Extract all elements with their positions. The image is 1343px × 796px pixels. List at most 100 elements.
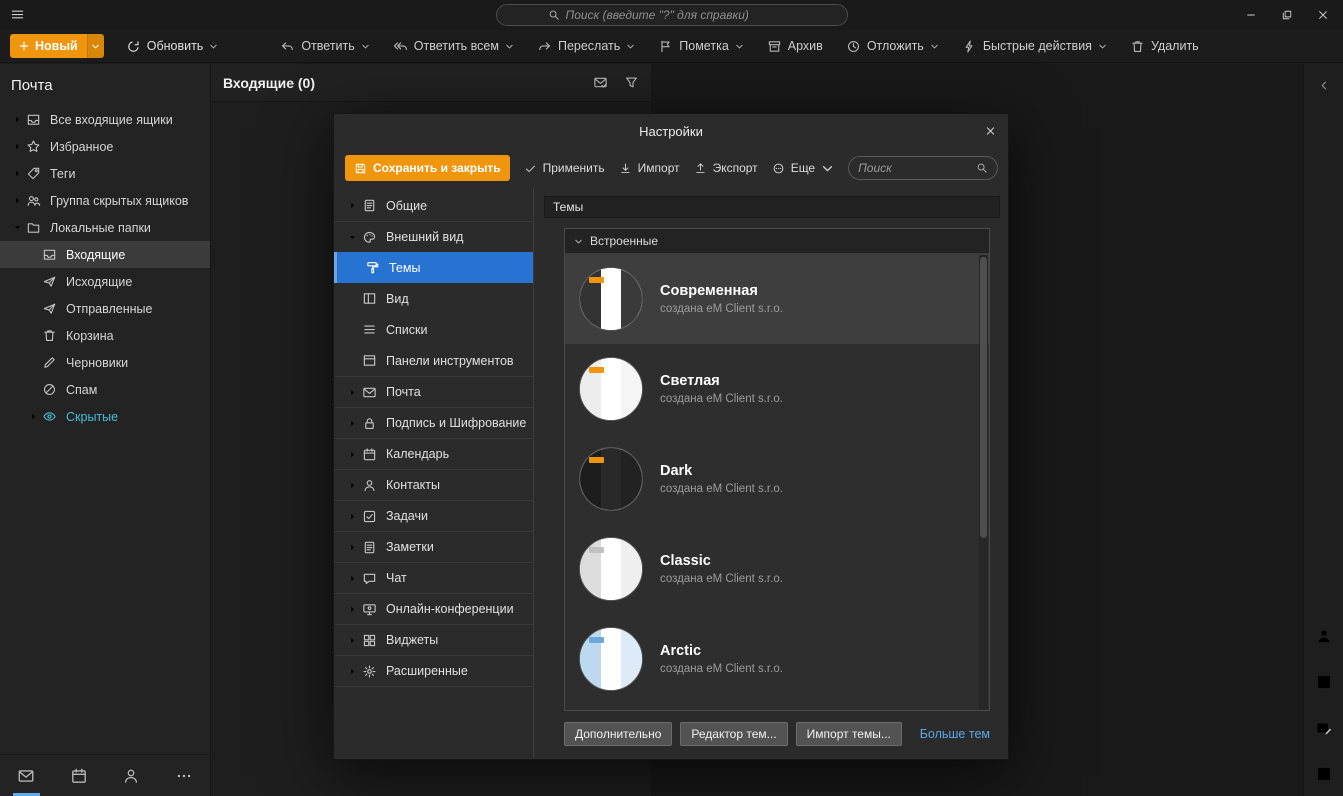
settings-nav-toolbars[interactable]: Панели инструментов <box>334 345 533 376</box>
import-button[interactable]: Импорт <box>619 161 680 175</box>
apply-button[interactable]: Применить <box>524 161 605 175</box>
settings-nav-lists[interactable]: Списки <box>334 314 533 345</box>
global-search-input[interactable] <box>565 8 796 22</box>
sidebar-item-sent[interactable]: Отправленные <box>0 295 210 322</box>
settings-search-input[interactable] <box>858 161 977 175</box>
sidebar-item-inbox[interactable]: Входящие <box>0 241 210 268</box>
theme-row[interactable]: Современная создана eM Client s.r.o. <box>565 254 989 344</box>
module-tab-mail[interactable] <box>0 755 53 796</box>
toolbar-button-archive[interactable]: Архив <box>759 33 831 59</box>
settings-nav-view[interactable]: Вид <box>334 283 533 314</box>
toolbar-button-quick-actions[interactable]: Быстрые действия <box>954 33 1115 59</box>
refresh-button[interactable]: Обновить <box>118 33 227 59</box>
sidebar-item-spam[interactable]: Спам <box>0 376 210 403</box>
settings-nav-mail[interactable]: Почта <box>334 376 533 407</box>
outbox-icon <box>42 274 57 289</box>
refresh-label: Обновить <box>146 39 204 53</box>
widgets-panel-button[interactable] <box>1315 765 1333 786</box>
toolbar-button-delete[interactable]: Удалить <box>1122 33 1207 59</box>
toolbar-button-reply[interactable]: Ответить <box>272 33 377 59</box>
sidebar-item-trash[interactable]: Корзина <box>0 322 210 349</box>
agenda-panel-button[interactable] <box>1315 673 1333 694</box>
theme-action-button[interactable]: Дополнительно <box>564 722 673 746</box>
module-tab-contacts[interactable] <box>105 755 158 796</box>
settings-nav-label: Чат <box>386 571 407 585</box>
hamburger-menu-icon[interactable] <box>10 7 25 22</box>
settings-search[interactable] <box>848 156 999 180</box>
theme-action-button[interactable]: Импорт темы... <box>795 722 902 746</box>
minimize-button[interactable] <box>1233 0 1269 30</box>
forward-icon <box>537 39 552 54</box>
sidebar-item-favorites[interactable]: Избранное <box>0 133 210 160</box>
contacts-panel-button[interactable] <box>1315 627 1333 648</box>
theme-row[interactable]: Dark создана eM Client s.r.o. <box>565 434 989 524</box>
export-button[interactable]: Экспорт <box>694 161 758 175</box>
toolbar-button-reply-all[interactable]: Ответить всем <box>385 33 522 59</box>
toolbar-button-snooze[interactable]: Отложить <box>838 33 947 59</box>
widgets-icon <box>362 633 377 648</box>
settings-nav-appearance[interactable]: Внешний вид <box>334 221 533 252</box>
theme-thumbnail <box>579 267 643 331</box>
mark-read-icon[interactable] <box>593 75 608 90</box>
sidebar-item-drafts[interactable]: Черновики <box>0 349 210 376</box>
more-themes-link[interactable]: Больше тем <box>920 727 990 741</box>
settings-nav-contacts[interactable]: Контакты <box>334 469 533 500</box>
settings-nav-advanced[interactable]: Расширенные <box>334 655 533 686</box>
global-search[interactable] <box>495 4 848 26</box>
settings-nav-themes[interactable]: Темы <box>334 252 533 283</box>
module-tab-more[interactable] <box>158 755 211 796</box>
settings-nav-chat[interactable]: Чат <box>334 562 533 593</box>
settings-nav-general[interactable]: Общие <box>334 190 533 221</box>
compose-panel-button[interactable] <box>1315 719 1333 740</box>
theme-row[interactable]: Светлая создана eM Client s.r.o. <box>565 344 989 434</box>
settings-nav-signature-encryption[interactable]: Подпись и Шифрование <box>334 407 533 438</box>
theme-row[interactable]: Arctic создана eM Client s.r.o. <box>565 614 989 704</box>
toolbar-button-flag[interactable]: Пометка <box>650 33 752 59</box>
chevron-right-icon <box>345 574 359 583</box>
settings-nav-widgets[interactable]: Виджеты <box>334 624 533 655</box>
sidebar-item-all-inboxes[interactable]: Все входящие ящики <box>0 106 210 133</box>
settings-nav-notes[interactable]: Заметки <box>334 531 533 562</box>
settings-dialog: Настройки Сохранить и закрыть Применить … <box>333 113 1009 760</box>
filter-icon[interactable] <box>624 75 639 90</box>
sidebar-item-outbox[interactable]: Исходящие <box>0 268 210 295</box>
sidebar-item-tags[interactable]: Теги <box>0 160 210 187</box>
sidebar-item-local-folders[interactable]: Локальные папки <box>0 214 210 241</box>
theme-action-button[interactable]: Редактор тем... <box>680 722 788 746</box>
settings-content: Темы Встроенные Современная создана eM Cl… <box>534 188 1008 759</box>
new-dropdown-button[interactable] <box>86 34 104 58</box>
module-tab-calendar[interactable] <box>53 755 106 796</box>
folder-icon <box>26 220 41 235</box>
checkmark-icon <box>524 162 537 175</box>
delete-icon <box>1130 39 1145 54</box>
save-and-close-button[interactable]: Сохранить и закрыть <box>345 155 510 181</box>
theme-thumbnail <box>579 447 643 511</box>
toolbar-button-label: Отложить <box>866 39 924 53</box>
appearance-icon <box>362 230 377 245</box>
maximize-button[interactable] <box>1269 0 1305 30</box>
theme-row[interactable]: Classic создана eM Client s.r.o. <box>565 524 989 614</box>
save-and-close-label: Сохранить и закрыть <box>373 161 501 175</box>
dialog-close-button[interactable] <box>985 126 996 137</box>
settings-nav-conferences[interactable]: Онлайн-конференции <box>334 593 533 624</box>
sidebar-item-label: Все входящие ящики <box>50 112 173 127</box>
signature-icon <box>362 416 377 431</box>
chevron-right-icon <box>345 419 359 428</box>
themes-scrollbar[interactable] <box>979 255 988 709</box>
close-button[interactable] <box>1305 0 1341 30</box>
settings-nav-tasks[interactable]: Задачи <box>334 500 533 531</box>
new-button[interactable]: Новый <box>10 34 87 58</box>
export-icon <box>694 162 707 175</box>
chevron-right-icon <box>345 512 359 521</box>
chevron-right-icon <box>345 450 359 459</box>
settings-nav-label: Темы <box>389 260 421 275</box>
themes-group-header[interactable]: Встроенные <box>565 229 989 254</box>
toolbar-button-label: Архив <box>787 39 823 53</box>
collapse-sidebar-button[interactable] <box>1318 80 1329 91</box>
sidebar-item-hidden-group[interactable]: Группа скрытых ящиков <box>0 187 210 214</box>
more-button[interactable]: Еще <box>772 161 834 175</box>
scrollbar-thumb[interactable] <box>980 257 987 539</box>
sidebar-item-hidden[interactable]: Скрытые <box>0 403 210 430</box>
toolbar-button-forward[interactable]: Переслать <box>529 33 643 59</box>
settings-nav-calendar[interactable]: Календарь <box>334 438 533 469</box>
